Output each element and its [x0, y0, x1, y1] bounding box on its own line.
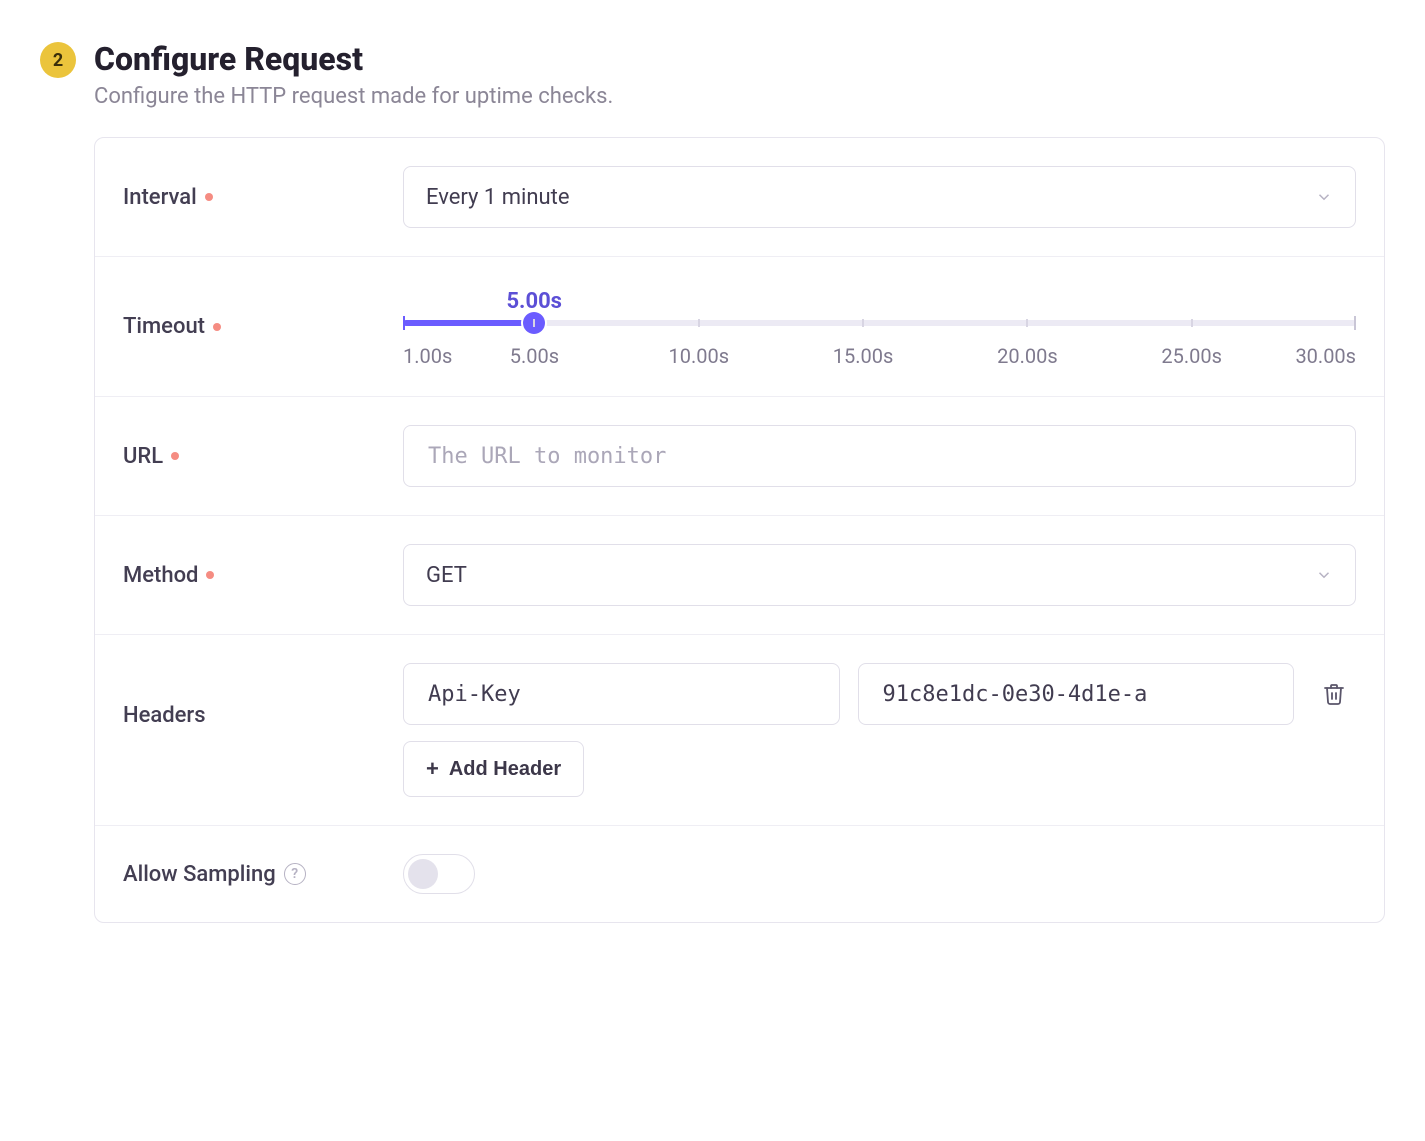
interval-select[interactable]: Every 1 minute: [403, 166, 1356, 228]
slider-tick-label: 5.00s: [510, 344, 559, 368]
toggle-knob: [408, 859, 438, 889]
slider-tick-label: 30.00s: [1295, 344, 1356, 368]
header-value-wrapper: [858, 663, 1295, 725]
required-indicator-icon: [205, 193, 213, 201]
interval-label: Interval: [123, 185, 403, 210]
slider-tick-icon: [698, 319, 700, 327]
slider-tick-labels: 1.00s 5.00s 10.00s 15.00s 20.00s 25.00s 30.00s: [403, 344, 1356, 368]
add-header-button[interactable]: + Add Header: [403, 741, 584, 797]
required-indicator-icon: [206, 571, 214, 579]
url-input[interactable]: [426, 426, 1333, 486]
url-input-wrapper: [403, 425, 1356, 487]
slider-fill: [403, 320, 534, 326]
timeout-slider[interactable]: 5.00s 1.00s 5.00s 10.00s 15.00s 20.00s 25.00s…: [403, 285, 1356, 368]
url-label-text: URL: [123, 444, 163, 469]
interval-row: Interval Every 1 minute: [95, 138, 1384, 257]
delete-header-button[interactable]: [1312, 672, 1356, 716]
trash-icon: [1322, 682, 1346, 706]
slider-tick-label: 15.00s: [833, 344, 894, 368]
timeout-row: Timeout 5.00s 1.00s 5.00s 10.00s 15.00s 20.0…: [95, 257, 1384, 397]
slider-tick-icon: [862, 319, 864, 327]
header-name-input[interactable]: [426, 664, 817, 724]
slider-tick-icon: [533, 319, 535, 327]
section-subtitle: Configure the HTTP request made for upti…: [94, 84, 613, 109]
url-row: URL: [95, 397, 1384, 516]
slider-tick-label: 25.00s: [1161, 344, 1222, 368]
chevron-down-icon: [1315, 188, 1333, 206]
header-name-wrapper: [403, 663, 840, 725]
allow-sampling-row: Allow Sampling ?: [95, 826, 1384, 922]
interval-value: Every 1 minute: [426, 185, 570, 210]
allow-sampling-label: Allow Sampling ?: [123, 862, 403, 887]
allow-sampling-label-text: Allow Sampling: [123, 862, 276, 887]
timeout-current-value: 5.00s: [506, 289, 1356, 314]
headers-row: Headers + Add Header: [95, 635, 1384, 826]
help-icon[interactable]: ?: [284, 863, 306, 885]
interval-label-text: Interval: [123, 185, 197, 210]
allow-sampling-toggle[interactable]: [403, 854, 475, 894]
chevron-down-icon: [1315, 566, 1333, 584]
header-entry: [403, 663, 1356, 725]
slider-end-cap-icon: [1354, 316, 1356, 330]
header-value-input[interactable]: [881, 664, 1272, 724]
step-number-badge: 2: [40, 42, 76, 78]
method-label: Method: [123, 563, 403, 588]
slider-tick-label: 10.00s: [668, 344, 729, 368]
required-indicator-icon: [171, 452, 179, 460]
timeout-label-text: Timeout: [123, 314, 205, 339]
add-header-label: Add Header: [449, 758, 561, 781]
method-row: Method GET: [95, 516, 1384, 635]
method-value: GET: [426, 563, 467, 588]
slider-tick-icon: [1191, 319, 1193, 327]
headers-label: Headers: [123, 663, 403, 728]
headers-label-text: Headers: [123, 703, 206, 728]
url-label: URL: [123, 444, 403, 469]
method-label-text: Method: [123, 563, 198, 588]
timeout-label: Timeout: [123, 314, 403, 339]
plus-icon: +: [426, 758, 439, 780]
method-select[interactable]: GET: [403, 544, 1356, 606]
slider-tick-icon: [1026, 319, 1028, 327]
slider-tick-label: 20.00s: [997, 344, 1058, 368]
step-header: 2 Configure Request Configure the HTTP r…: [40, 40, 1385, 109]
slider-tick-label: 1.00s: [403, 344, 452, 368]
configure-request-panel: Interval Every 1 minute Timeout 5.: [94, 137, 1385, 923]
slider-track[interactable]: [403, 320, 1356, 326]
section-title: Configure Request: [94, 40, 613, 78]
required-indicator-icon: [213, 323, 221, 331]
